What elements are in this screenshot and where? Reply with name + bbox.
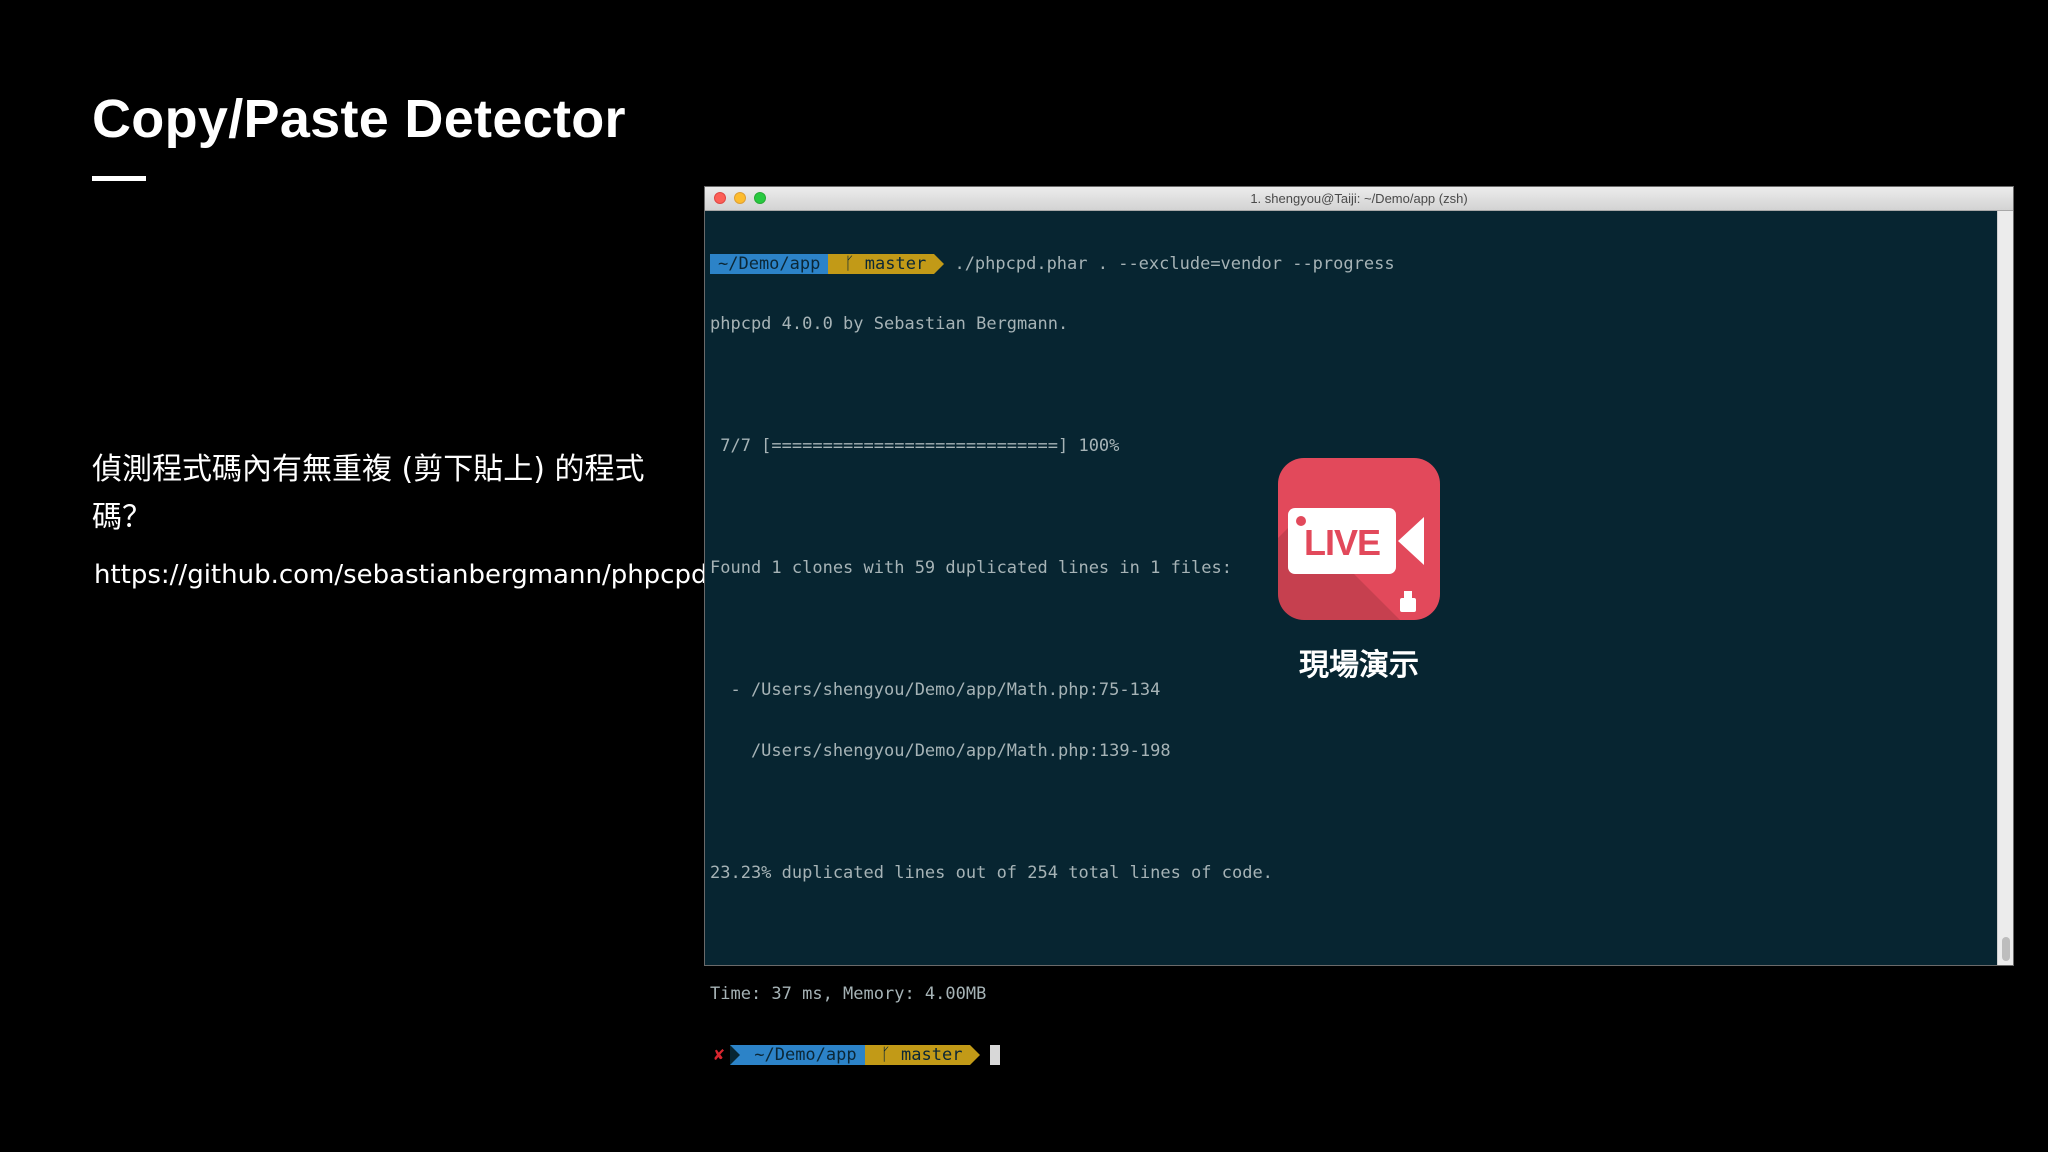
slide-description: 偵測程式碼內有無重複 (剪下貼上) 的程式碼？ <box>92 452 645 535</box>
terminal-line: 23.23% duplicated lines out of 254 total… <box>710 862 1273 883</box>
live-demo-icon: LIVE <box>1278 458 1440 620</box>
terminal-command-line: ~/Demo/app ᚴ master ./phpcpd.phar . --exc… <box>710 253 1997 274</box>
title-underline <box>92 176 146 181</box>
terminal-titlebar[interactable]: 1. shengyou@Taiji: ~/Demo/app (zsh) <box>705 187 2013 211</box>
prompt-git-branch: ᚴ master <box>864 1045 971 1066</box>
live-label: LIVE <box>1304 522 1381 563</box>
terminal-line: 7/7 [============================] 100% <box>710 436 1120 457</box>
terminal-command: ./phpcpd.phar . --exclude=vendor --progr… <box>944 253 1395 274</box>
scrollbar-thumb[interactable] <box>2002 937 2010 961</box>
terminal-window-title: 1. shengyou@Taiji: ~/Demo/app (zsh) <box>1250 191 1468 206</box>
camera-lens-icon <box>1398 517 1424 565</box>
terminal-prompt-line[interactable]: ✘ ~/Demo/app ᚴ master <box>710 1045 1997 1066</box>
prompt-separator-icon <box>934 253 945 274</box>
live-card: LIVE <box>1288 508 1396 574</box>
prompt-git-branch: ᚴ master <box>828 253 935 274</box>
live-demo-caption: 現場演示 <box>1299 648 1419 683</box>
prompt-separator-icon <box>730 1045 741 1066</box>
terminal-line: /Users/shengyou/Demo/app/Math.php:139-19… <box>710 740 1171 761</box>
prompt-directory: ~/Demo/app <box>740 1045 865 1066</box>
phpcpd-link[interactable]: https://github.com/sebastianbergmann/php… <box>94 560 708 590</box>
terminal-line: phpcpd 4.0.0 by Sebastian Bergmann. <box>710 314 1069 335</box>
terminal-scrollbar[interactable] <box>1997 211 2013 965</box>
usb-icon <box>1400 591 1416 612</box>
terminal-line: Time: 37 ms, Memory: 4.00MB <box>710 984 987 1005</box>
prompt-directory: ~/Demo/app <box>710 253 829 274</box>
terminal-cursor[interactable] <box>990 1045 1001 1066</box>
error-x-icon: ✘ <box>714 1045 725 1066</box>
prompt-separator-icon <box>970 1045 981 1066</box>
slide-title: Copy/Paste Detector <box>92 89 626 149</box>
